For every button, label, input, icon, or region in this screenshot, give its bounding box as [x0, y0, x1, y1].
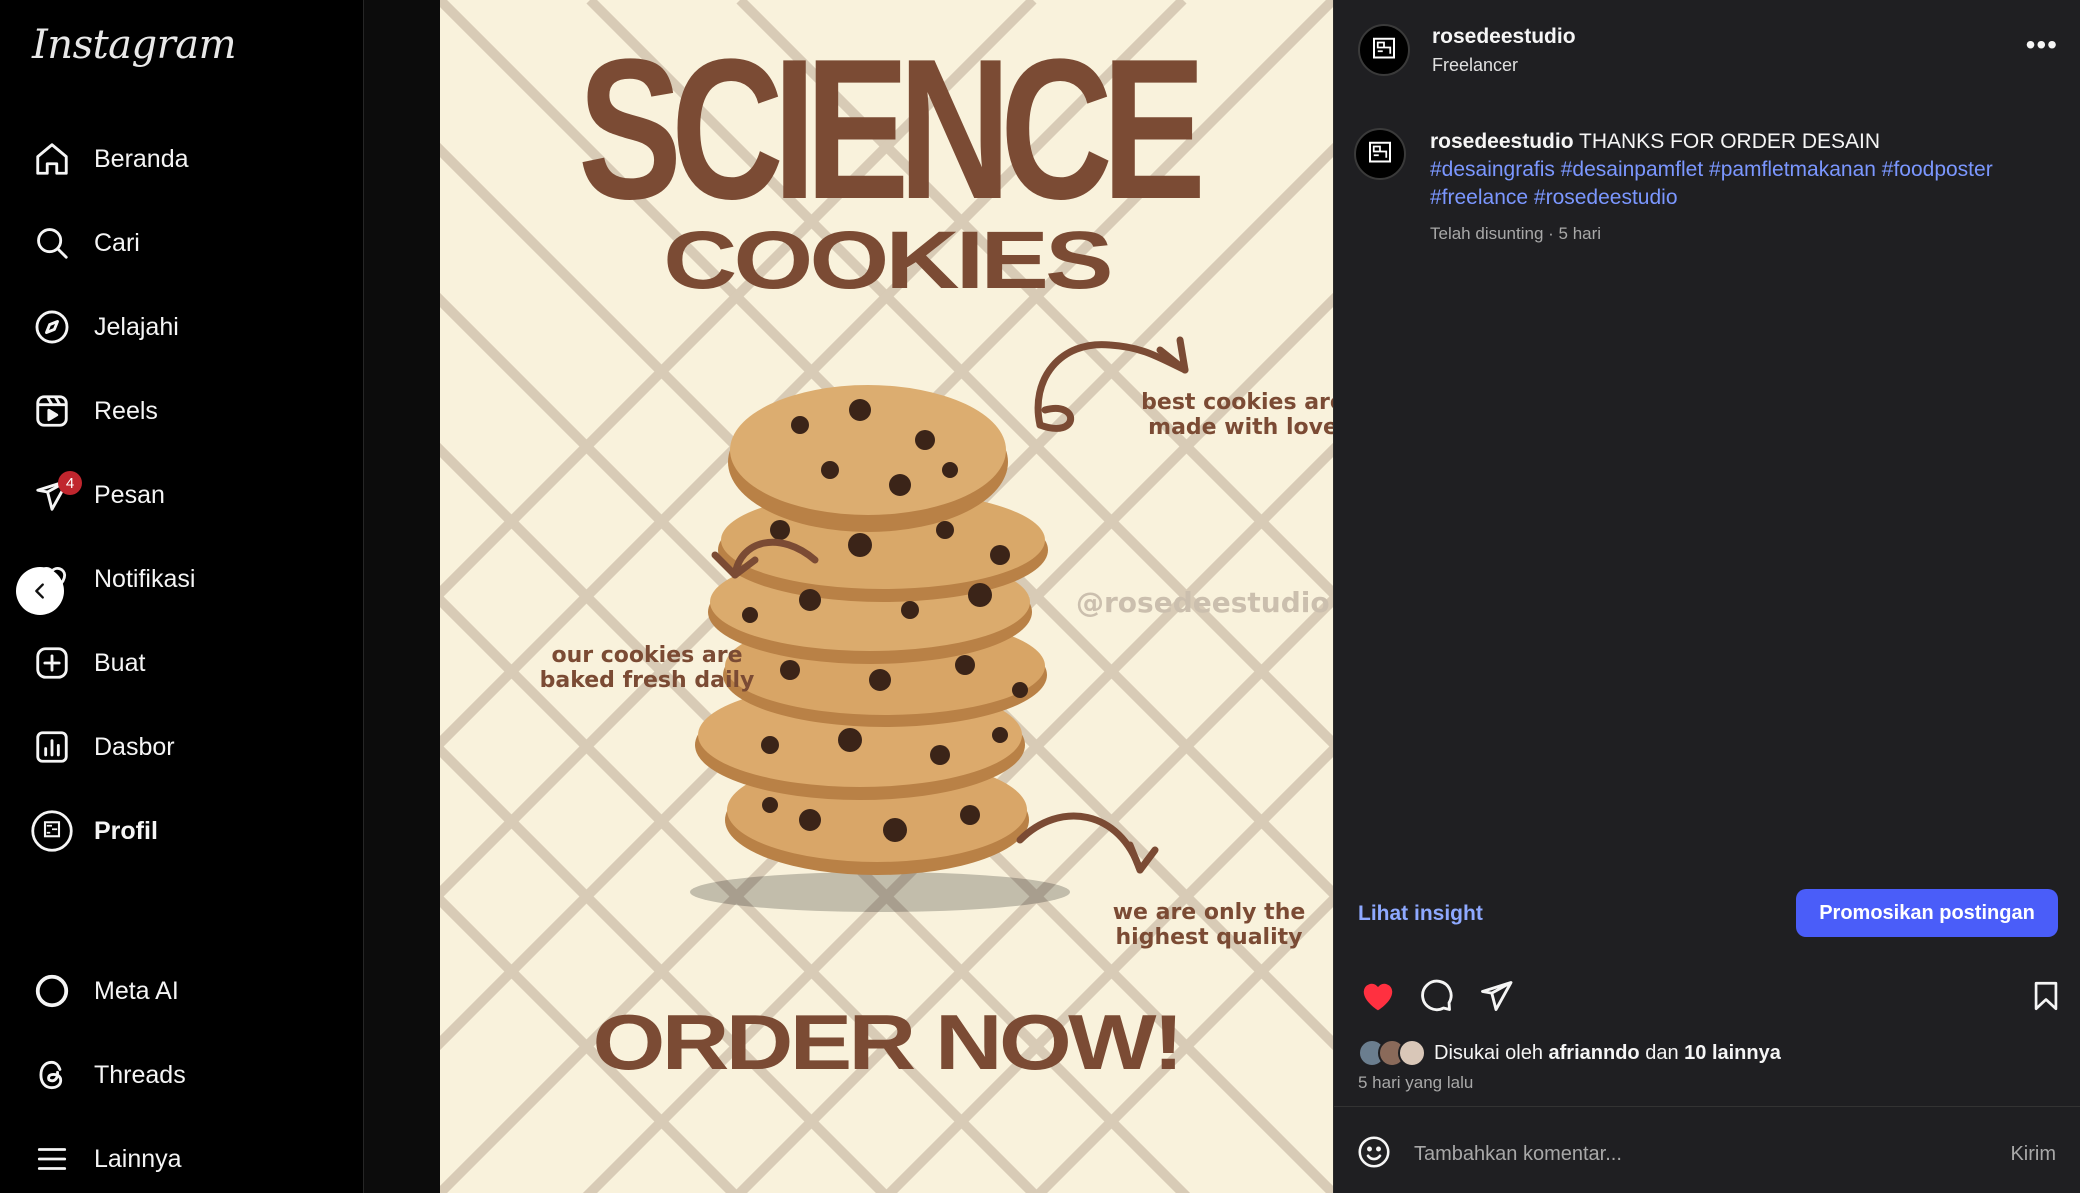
post-author-username[interactable]: rosedeestudio [1432, 25, 1576, 49]
sidebar-item-label: Beranda [94, 144, 189, 173]
caption-hashtags[interactable]: #desaingrafis #desainpamflet #pamfletmak… [1430, 156, 2050, 212]
divider [1334, 1106, 2080, 1107]
sidebar-item-buat[interactable]: Buat [28, 631, 348, 695]
sidebar-item-reels[interactable]: Reels [28, 379, 348, 443]
poster-cta: ORDER NOW! [592, 998, 1185, 1086]
sidebar-item-dasbor[interactable]: Dasbor [28, 715, 348, 779]
sidebar-item-lainnya[interactable]: Lainnya [28, 1127, 348, 1191]
sidebar-item-label: Meta AI [94, 976, 179, 1005]
post-actions [1358, 976, 2058, 1016]
instagram-logo[interactable]: Instagram [32, 22, 237, 68]
poster-title: SCIENCE [577, 18, 1206, 241]
chevron-left-icon [35, 583, 44, 599]
likes-summary[interactable]: Disukai oleh afrianndo dan 10 lainnya [1358, 1039, 1781, 1067]
post-header: rosedeestudio Freelancer [1358, 24, 1576, 76]
compass-icon [28, 303, 76, 351]
sidebar-item-threads[interactable]: Threads [28, 1043, 348, 1107]
unread-badge: 4 [58, 471, 82, 495]
annotation-left: our cookies are baked fresh daily [539, 643, 755, 693]
sidebar-item-label: Notifikasi [94, 564, 196, 593]
liked-by-others[interactable]: 10 lainnya [1684, 1042, 1781, 1064]
studio-logo-icon [1369, 141, 1391, 163]
caption-text: THANKS FOR ORDER DESAIN [1579, 130, 1881, 153]
caption-username[interactable]: rosedeestudio [1430, 130, 1574, 153]
paper-plane-icon: 4 [28, 471, 82, 519]
meta-ai-icon [28, 967, 76, 1015]
plus-square-icon [28, 639, 76, 687]
bookmark-icon [2034, 981, 2058, 1011]
sidebar-item-label: Threads [94, 1060, 186, 1089]
reels-icon [28, 387, 76, 435]
view-insights-link[interactable]: Lihat insight [1358, 902, 1483, 926]
liker-avatar [1398, 1039, 1426, 1067]
save-button[interactable] [2026, 976, 2066, 1016]
comment-button[interactable] [1416, 976, 1456, 1016]
sidebar-item-jelajahi[interactable]: Jelajahi [28, 295, 348, 359]
post-timestamp[interactable]: 5 hari yang lalu [1358, 1073, 1473, 1093]
liked-by-user[interactable]: afrianndo [1549, 1042, 1640, 1064]
search-icon [28, 219, 76, 267]
sidebar-item-cari[interactable]: Cari [28, 211, 348, 275]
sidebar-item-label: Cari [94, 228, 140, 257]
post-author-subtitle: Freelancer [1432, 54, 1519, 75]
share-button[interactable] [1476, 976, 1516, 1016]
promote-post-button[interactable]: Promosikan postingan [1796, 889, 2058, 937]
sidebar-item-label: Profil [94, 816, 158, 845]
sidebar-item-pesan[interactable]: 4 Pesan [28, 463, 348, 527]
home-icon [28, 135, 76, 183]
emoji-button[interactable] [1356, 1134, 1392, 1175]
annotation-bottom-right: we are only the highest quality [1112, 900, 1306, 950]
post-caption: rosedeestudio THANKS FOR ORDER DESAIN #d… [1354, 128, 2054, 248]
paper-plane-icon [1481, 981, 1513, 1011]
sidebar-item-label: Pesan [94, 480, 165, 509]
post-details-panel: rosedeestudio Freelancer ••• rosedeestud… [1333, 0, 2080, 1193]
avatar[interactable] [1354, 128, 1406, 180]
comment-input[interactable] [1414, 1142, 1954, 1166]
avatar[interactable] [1358, 24, 1410, 76]
sidebar-item-label: Buat [94, 648, 146, 677]
sidebar-item-notifikasi[interactable]: Notifikasi [28, 547, 348, 611]
more-options-icon[interactable]: ••• [2026, 31, 2058, 59]
sidebar-item-beranda[interactable]: Beranda [28, 127, 348, 191]
comment-icon [1421, 979, 1453, 1012]
poster-subtitle: COOKIES [663, 215, 1113, 306]
modal-backdrop[interactable] [364, 0, 440, 1193]
studio-logo-icon [1373, 37, 1395, 59]
sidebar-item-label: Dasbor [94, 732, 175, 761]
sidebar-item-label: Lainnya [94, 1144, 182, 1173]
caption-meta: Telah disunting · 5 hari [1430, 224, 1602, 243]
comment-box: Kirim [1356, 1132, 2056, 1176]
send-comment-button[interactable]: Kirim [2010, 1143, 2056, 1166]
emoji-icon [1358, 1135, 1390, 1168]
threads-icon [28, 1051, 76, 1099]
watermark: @rosedeestudio [1076, 586, 1330, 619]
sidebar-item-label: Jelajahi [94, 312, 179, 341]
menu-icon [28, 1135, 76, 1183]
previous-post-button[interactable] [16, 567, 64, 615]
dashboard-icon [28, 723, 76, 771]
sidebar-item-label: Reels [94, 396, 158, 425]
annotation-top-right: best cookies are made with love [1141, 390, 1333, 440]
heart-filled-icon [1363, 983, 1393, 1011]
sidebar-item-profil[interactable]: Profil [28, 799, 348, 863]
avatar [28, 807, 76, 855]
like-button[interactable] [1358, 976, 1398, 1016]
post-image[interactable]: SCIENCE COOKIES best cookies are made wi… [440, 0, 1333, 1193]
sidebar-item-meta-ai[interactable]: Meta AI [28, 959, 348, 1023]
